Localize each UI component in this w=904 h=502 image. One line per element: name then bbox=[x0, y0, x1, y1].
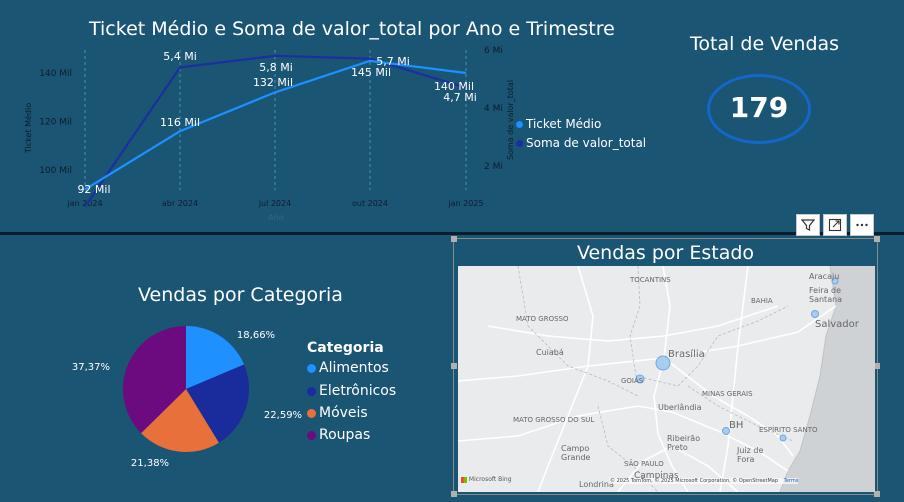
map-label-brasilia: Brasília bbox=[668, 349, 705, 360]
pie-label-eletronicos: 22,59% bbox=[264, 410, 302, 421]
map-label-campo-grande: Campo Grande bbox=[561, 444, 591, 462]
map-title: Vendas por Estado bbox=[576, 242, 755, 264]
kpi-value: 179 bbox=[729, 91, 789, 124]
line-legend-soma[interactable]: Soma de valor_total bbox=[516, 136, 646, 150]
map-label-ribeirao-preto: Ribeirão Preto bbox=[667, 434, 701, 452]
y-left-tick-label: 140 Mil bbox=[39, 69, 72, 79]
pie-slices bbox=[123, 326, 250, 452]
y-left-axis-label: Ticket Médio bbox=[23, 103, 33, 154]
x-tick-label: jan 2024 bbox=[66, 199, 102, 208]
bing-logo-text: Microsoft Bing bbox=[468, 476, 512, 483]
map-label-goias: GOIÁS bbox=[621, 377, 644, 385]
focus-mode-button[interactable] bbox=[823, 214, 847, 236]
x-tick-label: jan 2025 bbox=[447, 199, 483, 208]
map-label-londrina: Londrina bbox=[579, 480, 614, 489]
resize-handle-bl[interactable] bbox=[451, 491, 457, 497]
legend-label-eletronicos: Eletrônicos bbox=[319, 383, 397, 399]
microsoft-logo-icon bbox=[461, 476, 467, 483]
ellipsis-icon bbox=[856, 223, 868, 227]
pie-label-alimentos: 18,66% bbox=[237, 330, 275, 341]
pie-legend-item-roupas[interactable]: Roupas bbox=[307, 427, 370, 443]
map-label-bahia: BAHIA bbox=[751, 297, 773, 305]
legend-marker-moveis bbox=[307, 408, 316, 418]
kpi-title: Total de Vendas bbox=[690, 33, 840, 55]
map-label-bh: BH bbox=[729, 420, 744, 431]
x-tick-label: out 2024 bbox=[352, 199, 388, 208]
pie-legend-item-moveis[interactable]: Móveis bbox=[307, 405, 368, 421]
map-label-aracaju: Aracaju bbox=[809, 272, 840, 281]
map-label-uberlandia: Uberlândia bbox=[658, 403, 702, 412]
map-label-juiz-de-fora: Juiz de Fora bbox=[737, 446, 764, 464]
map-bubble-es bbox=[779, 434, 787, 442]
data-label-soma: 5,7 Mi bbox=[376, 55, 410, 68]
map-label-salvador: Salvador bbox=[815, 319, 859, 330]
y-right-tick-label: 6 Mi bbox=[484, 46, 503, 56]
legend-label-soma: Soma de valor_total bbox=[526, 136, 647, 150]
data-label-ticket: 132 Mil bbox=[253, 76, 293, 89]
map-label-sao-paulo: SÃO PAULO bbox=[624, 460, 664, 468]
map-label-minas-gerais: MINAS GERAIS bbox=[702, 390, 753, 398]
pie-legend-item-eletronicos[interactable]: Eletrônicos bbox=[307, 383, 396, 399]
map-attribution: © 2025 TomTom, © 2025 Microsoft Corporat… bbox=[610, 478, 799, 484]
data-label-ticket: 116 Mil bbox=[160, 116, 200, 129]
map-bubble-salvador bbox=[811, 310, 819, 318]
map-label-cuiaba: Cuiabá bbox=[536, 348, 564, 357]
line-chart-y-right-ticks: 2 Mi 4 Mi 6 Mi bbox=[484, 46, 503, 172]
bing-logo: Microsoft Bing bbox=[461, 476, 512, 483]
legend-label-ticket: Ticket Médio bbox=[526, 117, 602, 131]
x-tick-label: abr 2024 bbox=[162, 199, 198, 208]
y-left-tick-label: 120 Mil bbox=[39, 118, 72, 128]
data-label-soma: 4,7 Mi bbox=[443, 91, 477, 104]
map-label-feira-de-santana: Feira de Santana bbox=[809, 286, 843, 304]
data-label-soma: 5,4 Mi bbox=[163, 50, 197, 63]
map-label-mato-grosso-do-sul: MATO GROSSO DO SUL bbox=[513, 416, 595, 424]
pie-label-moveis: 21,38% bbox=[131, 458, 169, 469]
visual-toolbar bbox=[796, 214, 874, 236]
map-terms-link[interactable]: Terms bbox=[784, 478, 799, 484]
legend-marker-alimentos bbox=[307, 363, 316, 373]
x-tick-label: jul 2024 bbox=[258, 199, 291, 208]
filter-button[interactable] bbox=[796, 214, 820, 236]
data-label-soma: 5,8 Mi bbox=[259, 61, 293, 74]
line-legend-ticket[interactable]: Ticket Médio bbox=[516, 117, 601, 131]
map-canvas[interactable]: TOCANTINS BAHIA MATO GROSSO Salvador Bra… bbox=[458, 266, 875, 492]
map-attribution-text: © 2025 TomTom, © 2025 Microsoft Corporat… bbox=[610, 478, 779, 484]
more-options-button[interactable] bbox=[850, 214, 874, 236]
legend-marker-eletronicos bbox=[307, 386, 316, 396]
map-label-mato-grosso: MATO GROSSO bbox=[516, 315, 569, 323]
line-chart-x-ticks: jan 2024 abr 2024 jul 2024 out 2024 jan 2025 bbox=[66, 199, 483, 208]
data-label-ticket: 92 Mil bbox=[77, 183, 110, 196]
legend-marker-soma bbox=[516, 140, 523, 147]
legend-label-alimentos: Alimentos bbox=[319, 360, 389, 376]
y-right-axis-label: Soma de valor_total bbox=[506, 80, 515, 160]
resize-handle-ml[interactable] bbox=[451, 363, 457, 369]
map-visual[interactable]: Vendas por Estado TOCANTINS BAHIA MATO G… bbox=[451, 236, 880, 497]
pie-label-roupas: 37,37% bbox=[72, 362, 110, 373]
x-axis-label: Ano bbox=[268, 213, 284, 222]
legend-marker-ticket bbox=[516, 121, 523, 128]
legend-label-roupas: Roupas bbox=[319, 427, 371, 443]
map-label-espirito-santo: ESPÍRITO SANTO bbox=[759, 426, 818, 434]
pie-legend-title: Categoria bbox=[307, 340, 384, 356]
y-left-tick-label: 100 Mil bbox=[39, 166, 72, 176]
filter-icon bbox=[801, 219, 815, 231]
map-label-tocantins: TOCANTINS bbox=[630, 276, 671, 284]
section-divider bbox=[0, 232, 904, 235]
expand-icon bbox=[828, 218, 842, 232]
legend-label-moveis: Móveis bbox=[319, 405, 368, 421]
y-right-tick-label: 4 Mi bbox=[484, 104, 503, 114]
line-chart-y-left-ticks: 100 Mil 120 Mil 140 Mil bbox=[39, 69, 72, 176]
legend-marker-roupas bbox=[307, 430, 316, 440]
y-right-tick-label: 2 Mi bbox=[484, 162, 503, 172]
pie-legend-item-alimentos[interactable]: Alimentos bbox=[307, 360, 389, 376]
